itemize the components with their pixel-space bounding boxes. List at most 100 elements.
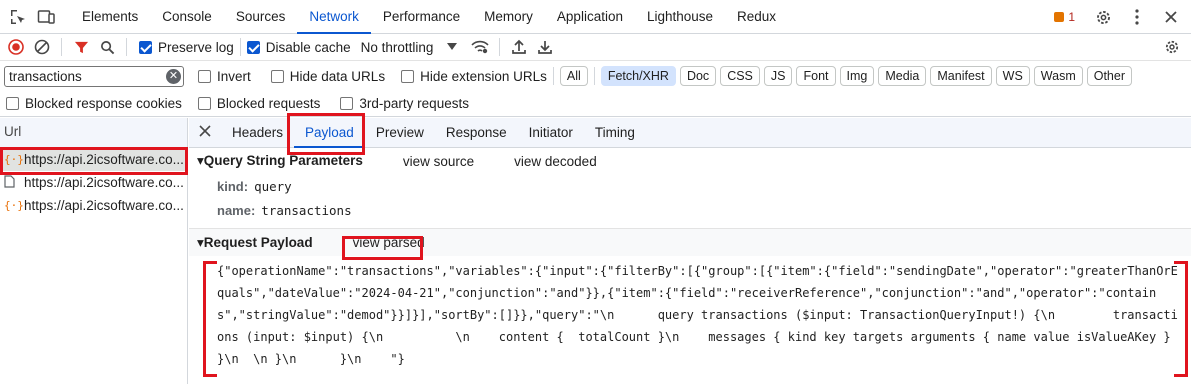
column-header-url[interactable]: Url — [0, 118, 187, 148]
request-list: Url {·} https://api.2icsoftware.co... ht… — [0, 118, 188, 384]
hide-extension-urls-label: Hide extension URLs — [420, 68, 547, 84]
tab-preview[interactable]: Preview — [365, 118, 435, 148]
filter-icon[interactable] — [68, 34, 94, 60]
more-options-icon[interactable] — [1123, 3, 1151, 31]
type-filter-media[interactable]: Media — [878, 66, 927, 86]
type-filter-all[interactable]: All — [559, 66, 588, 86]
record-icon[interactable] — [3, 34, 29, 60]
toolbar-divider — [499, 38, 501, 56]
device-toolbar-icon[interactable] — [32, 3, 60, 31]
view-source-link[interactable]: view source — [403, 154, 474, 169]
tab-elements[interactable]: Elements — [70, 0, 150, 34]
blocked-filters-row: Blocked response cookies Blocked request… — [0, 91, 1191, 117]
tab-headers[interactable]: Headers — [221, 118, 294, 148]
query-params-section-header[interactable]: ▾Query String Parameters view source vie… — [189, 148, 1191, 174]
toolbar-divider — [61, 38, 62, 56]
invert-checkbox[interactable]: Invert — [198, 69, 251, 84]
type-filter-css[interactable]: CSS — [720, 66, 760, 86]
param-value: query — [254, 178, 292, 194]
tab-payload[interactable]: Payload — [294, 118, 365, 148]
type-filter-js[interactable]: JS — [763, 66, 793, 86]
clear-filter-icon[interactable]: ✕ — [166, 68, 181, 84]
checkbox-unchecked[interactable] — [197, 97, 211, 110]
tab-network[interactable]: Network — [297, 0, 371, 34]
tab-sources[interactable]: Sources — [224, 0, 298, 34]
tab-response[interactable]: Response — [435, 118, 518, 148]
issues-counter[interactable]: 1 — [1054, 10, 1075, 24]
blocked-cookies-checkbox[interactable]: Blocked response cookies — [6, 96, 182, 111]
toolbar-divider — [239, 38, 241, 56]
issue-icon — [1054, 12, 1065, 22]
tab-memory[interactable]: Memory — [472, 0, 545, 34]
filter-divider — [593, 67, 595, 85]
hide-data-urls-checkbox[interactable]: Hide data URLs — [270, 68, 386, 84]
network-settings-gear-icon[interactable] — [1159, 34, 1185, 60]
throttling-select[interactable]: No throttling — [361, 40, 458, 55]
filter-row: transactions ✕ Invert Hide data URLs Hid… — [0, 62, 1191, 90]
type-filter-wasm[interactable]: Wasm — [1033, 66, 1083, 86]
checkbox-unchecked[interactable] — [6, 97, 19, 110]
hide-data-urls-label: Hide data URLs — [289, 68, 386, 84]
checkbox-checked[interactable] — [139, 40, 152, 54]
blocked-cookies-label: Blocked response cookies — [25, 96, 182, 111]
request-url: https://api.2icsoftware.co... — [24, 152, 184, 167]
request-row[interactable]: {·} https://api.2icsoftware.co... — [0, 148, 187, 171]
tab-redux[interactable]: Redux — [725, 0, 788, 34]
type-filter-ws[interactable]: WS — [995, 66, 1030, 86]
request-url: https://api.2icsoftware.co... — [24, 198, 184, 213]
throttling-value: No throttling — [360, 39, 434, 55]
checkbox-checked[interactable] — [246, 40, 260, 54]
view-parsed-link[interactable]: view parsed — [353, 235, 425, 250]
checkbox-unchecked[interactable] — [340, 97, 354, 110]
tab-lighthouse[interactable]: Lighthouse — [635, 0, 725, 34]
issues-count: 1 — [1068, 10, 1075, 24]
param-key: kind: — [217, 178, 249, 194]
param-key: name: — [217, 202, 256, 218]
hide-extension-urls-checkbox[interactable]: Hide extension URLs — [401, 69, 547, 84]
invert-label: Invert — [217, 68, 251, 84]
preserve-log-checkbox[interactable]: Preserve log — [139, 40, 234, 55]
preserve-log-label: Preserve log — [158, 39, 234, 55]
close-icon[interactable] — [1157, 3, 1185, 31]
inspect-element-icon[interactable] — [4, 3, 32, 31]
view-decoded-link[interactable]: view decoded — [514, 154, 597, 169]
search-icon[interactable] — [94, 34, 120, 60]
type-filter-fetch-xhr[interactable]: Fetch/XHR — [600, 66, 676, 86]
disable-cache-checkbox[interactable]: Disable cache — [246, 40, 351, 55]
type-filter-other[interactable]: Other — [1086, 66, 1132, 86]
tab-initiator[interactable]: Initiator — [518, 118, 584, 148]
checkbox-unchecked[interactable] — [198, 69, 211, 83]
close-details-icon[interactable] — [189, 118, 221, 148]
third-party-label: 3rd-party requests — [359, 96, 469, 111]
gear-icon[interactable] — [1089, 3, 1117, 31]
request-details: Headers Payload Preview Response Initiat… — [189, 118, 1191, 384]
export-har-icon[interactable] — [532, 34, 558, 60]
third-party-checkbox[interactable]: 3rd-party requests — [340, 96, 469, 111]
request-payload-body: {"operationName":"transactions","variabl… — [217, 264, 1178, 366]
tab-performance[interactable]: Performance — [371, 0, 472, 34]
checkbox-unchecked[interactable] — [270, 69, 284, 83]
request-row[interactable]: {·} https://api.2icsoftware.co... — [0, 194, 187, 217]
dropdown-arrow-icon — [447, 43, 458, 50]
devtools-tab-bar: Elements Console Sources Network Perform… — [0, 0, 1191, 34]
request-row[interactable]: https://api.2icsoftware.co... — [0, 171, 187, 194]
toolbar-divider — [126, 38, 127, 56]
fetch-request-icon: {·} — [4, 199, 24, 212]
type-filter-font[interactable]: Font — [796, 66, 836, 86]
filter-divider — [552, 67, 554, 85]
tab-console[interactable]: Console — [150, 0, 224, 34]
filter-input[interactable]: transactions ✕ — [4, 65, 184, 87]
request-payload-section-header[interactable]: ▾Request Payload view parsed — [189, 228, 1191, 256]
type-filter-img[interactable]: Img — [839, 66, 875, 86]
checkbox-unchecked[interactable] — [401, 69, 415, 83]
clear-icon[interactable] — [29, 34, 55, 60]
blocked-requests-checkbox[interactable]: Blocked requests — [197, 96, 320, 111]
param-value: transactions — [261, 202, 352, 218]
tab-timing[interactable]: Timing — [584, 118, 646, 148]
import-har-icon[interactable] — [506, 34, 532, 60]
type-filter-doc[interactable]: Doc — [679, 66, 717, 86]
network-conditions-icon[interactable] — [467, 34, 493, 60]
type-filter-manifest[interactable]: Manifest — [930, 66, 992, 86]
network-toolbar: Preserve log Disable cache No throttling — [0, 34, 1191, 61]
tab-application[interactable]: Application — [545, 0, 635, 34]
